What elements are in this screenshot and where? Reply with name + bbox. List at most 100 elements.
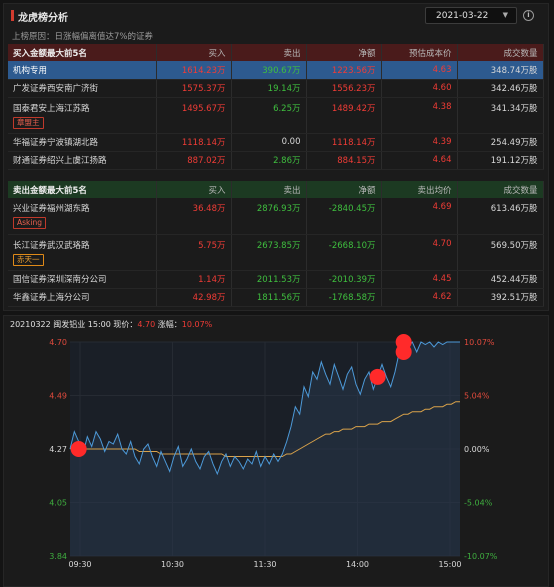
column-header: 净额 <box>306 181 382 198</box>
sell-amount-cell: 2673.85万 <box>231 234 307 271</box>
seat-name-cell: 财通证券绍兴上虞江扬路 <box>8 151 157 170</box>
net-amount-cell: -2668.10万 <box>306 234 382 271</box>
x-tick-label: 11:30 <box>253 560 276 569</box>
volume-cell: 392.51万股 <box>457 288 544 307</box>
buy-table-header: 买入金额最大前5名 买入 卖出 净额 预估成本价 成交数量 <box>8 44 544 61</box>
volume-cell: 191.12万股 <box>457 151 544 170</box>
net-amount-cell: -2840.45万 <box>306 198 382 235</box>
sell-amount-cell: 6.25万 <box>231 97 307 134</box>
chevron-down-icon: ▼ <box>502 11 508 19</box>
net-amount-cell: 1118.14万 <box>306 133 382 152</box>
table-row[interactable]: 华鑫证券上海分公司 42.98万 1811.56万 -1768.58万 4.62 392.… <box>8 288 544 307</box>
column-header: 买入 <box>156 44 232 61</box>
seat-tag-badge[interactable]: 章盟主 <box>13 116 44 129</box>
seat-name-cell: 华鑫证券上海分公司 <box>8 288 157 307</box>
seat-name-cell: 兴业证券福州湖东路 Asking <box>8 198 157 235</box>
trade-marker <box>395 343 412 360</box>
y-tick-label: 4.49 <box>49 392 67 401</box>
x-tick-label: 09:30 <box>68 560 91 569</box>
column-header: 卖出 <box>231 181 307 198</box>
y-percent-tick-label: 5.04% <box>464 392 490 401</box>
buy-amount-cell: 1.14万 <box>156 270 232 289</box>
x-tick-label: 15:00 <box>438 560 461 569</box>
intraday-chart-panel: 20210322 闽发铝业 15:00 现价：4.70 涨幅：10.07% 4.… <box>3 315 549 587</box>
listing-reason: 上榜原因：日涨幅偏离值达7%的证券 <box>12 32 153 42</box>
intraday-chart[interactable]: 4.70 10.07% 4.49 5.04% 4.27 0.00% 4.05 -5.04% 3.… <box>4 316 550 587</box>
column-header: 成交数量 <box>457 181 544 198</box>
price-cell: 4.60 <box>381 79 458 98</box>
panel-title-bar: 龙虎榜分析 2021-03-22 ▼ i <box>4 4 548 26</box>
y-tick-label: 4.05 <box>49 499 67 508</box>
trade-marker <box>70 441 87 457</box>
price-cell: 4.62 <box>381 288 458 307</box>
title-accent-bar <box>11 10 14 21</box>
seat-name-cell: 国信证券深圳深南分公司 <box>8 270 157 289</box>
table-row[interactable]: 机构专用 1614.23万 390.67万 1223.56万 4.63 348.74万股 <box>8 61 544 80</box>
y-tick-label: 4.70 <box>49 338 67 347</box>
table-row[interactable]: 财通证券绍兴上虞江扬路 887.02万 2.86万 884.15万 4.64 191.12… <box>8 151 544 170</box>
sell-amount-cell: 390.67万 <box>231 61 307 80</box>
column-header: 卖出 <box>231 44 307 61</box>
seat-tag-badge[interactable]: Asking <box>13 217 46 229</box>
table-row[interactable]: 国信证券深圳深南分公司 1.14万 2011.53万 -2010.39万 4.45 452… <box>8 270 544 289</box>
column-header: 净额 <box>306 44 382 61</box>
table-row[interactable]: 华福证券宁波镇湖北路 1118.14万 0.00 1118.14万 4.39 254.49… <box>8 133 544 152</box>
seat-name: 财通证券绍兴上虞江扬路 <box>13 156 107 166</box>
y-percent-tick-label: -10.07% <box>464 552 498 561</box>
volume-cell: 342.46万股 <box>457 79 544 98</box>
net-amount-cell: -1768.58万 <box>306 288 382 307</box>
y-percent-tick-label: -5.04% <box>464 499 493 508</box>
net-amount-cell: 1489.42万 <box>306 97 382 134</box>
sell-amount-cell: 1811.56万 <box>231 288 307 307</box>
date-dropdown[interactable]: 2021-03-22 ▼ <box>425 7 517 24</box>
seat-name: 华鑫证券上海分公司 <box>13 293 90 303</box>
sell-amount-cell: 2876.93万 <box>231 198 307 235</box>
buy-amount-cell: 1614.23万 <box>156 61 232 80</box>
sell-amount-cell: 2011.53万 <box>231 270 307 289</box>
volume-cell: 569.50万股 <box>457 234 544 271</box>
dragon-tiger-panel: 龙虎榜分析 2021-03-22 ▼ i 上榜原因：日涨幅偏离值达7%的证券 买… <box>3 3 549 311</box>
seat-name: 国泰君安上海江苏路 <box>13 103 90 114</box>
seat-name-cell: 国泰君安上海江苏路 章盟主 <box>8 97 157 134</box>
price-cell: 4.39 <box>381 133 458 152</box>
volume-cell: 613.46万股 <box>457 198 544 235</box>
buy-amount-cell: 1118.14万 <box>156 133 232 152</box>
volume-cell: 254.49万股 <box>457 133 544 152</box>
price-cell: 4.70 <box>381 234 458 271</box>
trade-marker <box>369 368 386 385</box>
y-percent-tick-label: 10.07% <box>464 338 495 347</box>
date-value: 2021-03-22 <box>436 11 489 21</box>
table-row[interactable]: 国泰君安上海江苏路 章盟主 1495.67万 6.25万 1489.42万 4.38 341… <box>8 97 544 134</box>
column-header: 买入金额最大前5名 <box>8 44 157 61</box>
seat-tag-badge[interactable]: 赤天一 <box>13 253 44 266</box>
sell-amount-cell: 19.14万 <box>231 79 307 98</box>
net-amount-cell: 1556.23万 <box>306 79 382 98</box>
table-row[interactable]: 广发证券西安南广济街 1575.37万 19.14万 1556.23万 4.60 342.… <box>8 79 544 98</box>
info-icon[interactable]: i <box>523 10 534 21</box>
sell-amount-cell: 0.00 <box>231 133 307 152</box>
buy-amount-cell: 1575.37万 <box>156 79 232 98</box>
sell-table-header: 卖出金额最大前5名 买入 卖出 净额 卖出均价 成交数量 <box>8 181 544 198</box>
x-tick-label: 14:00 <box>346 560 369 569</box>
buy-amount-cell: 5.75万 <box>156 234 232 271</box>
column-header: 买入 <box>156 181 232 198</box>
column-header: 预估成本价 <box>381 44 458 61</box>
buy-amount-cell: 36.48万 <box>156 198 232 235</box>
seat-name: 华福证券宁波镇湖北路 <box>13 138 99 148</box>
price-cell: 4.69 <box>381 198 458 235</box>
buy-amount-cell: 42.98万 <box>156 288 232 307</box>
volume-cell: 452.44万股 <box>457 270 544 289</box>
column-header: 卖出金额最大前5名 <box>8 181 157 198</box>
seat-name-cell: 长江证券武汉武珞路 赤天一 <box>8 234 157 271</box>
net-amount-cell: 884.15万 <box>306 151 382 170</box>
seat-name-cell: 华福证券宁波镇湖北路 <box>8 133 157 152</box>
net-amount-cell: 1223.56万 <box>306 61 382 80</box>
sell-amount-cell: 2.86万 <box>231 151 307 170</box>
price-cell: 4.63 <box>381 61 458 80</box>
buy-amount-cell: 887.02万 <box>156 151 232 170</box>
y-tick-label: 3.84 <box>49 552 67 561</box>
price-cell: 4.45 <box>381 270 458 289</box>
x-tick-label: 10:30 <box>161 560 184 569</box>
table-row[interactable]: 长江证券武汉武珞路 赤天一 5.75万 2673.85万 -2668.10万 4.70 56… <box>8 234 544 271</box>
table-row[interactable]: 兴业证券福州湖东路 Asking 36.48万 2876.93万 -2840.45万 4.… <box>8 198 544 235</box>
